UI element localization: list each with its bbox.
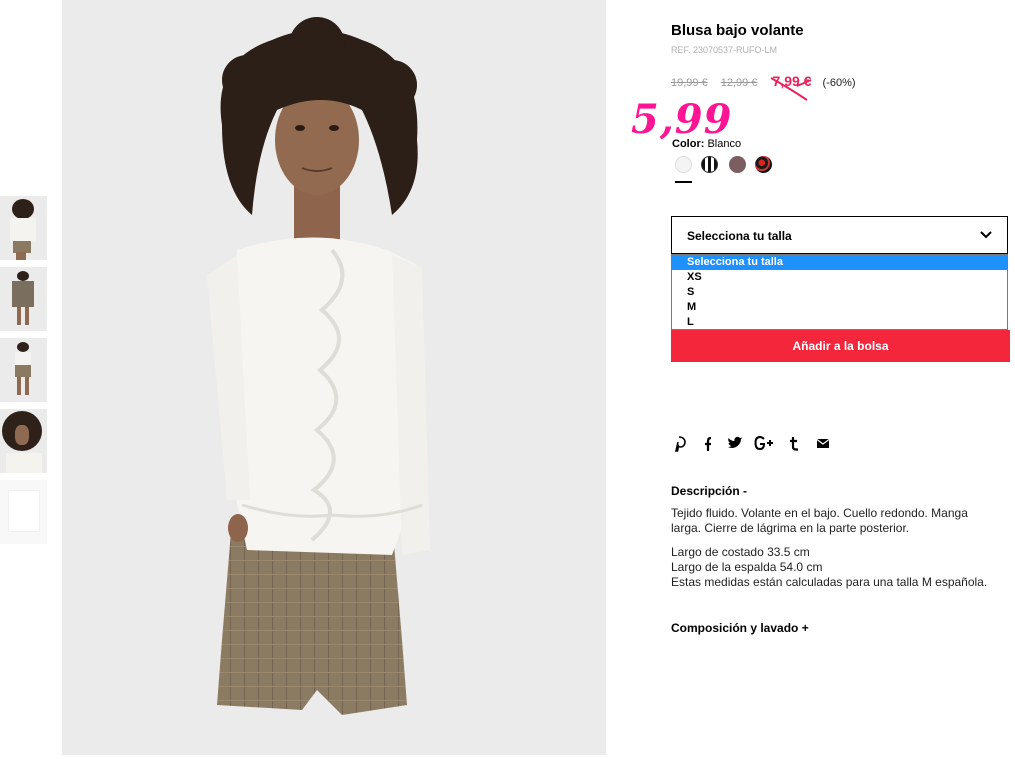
selected-swatch-indicator <box>675 181 692 183</box>
discount-badge: (-60%) <box>822 77 856 89</box>
size-select[interactable]: Selecciona tu talla <box>671 216 1008 254</box>
swatch-estampado[interactable] <box>755 156 772 173</box>
measure-note: Estas medidas están calculadas para una … <box>671 575 988 589</box>
annotated-price: 5,99 <box>631 96 733 143</box>
measure-side: Largo de costado 33.5 cm <box>671 545 810 559</box>
description-toggle[interactable]: Descripción - <box>671 484 747 498</box>
size-dropdown-list: Selecciona tu talla XS S M L <box>671 254 1008 330</box>
thumbnail-5[interactable] <box>0 480 47 544</box>
thumbnail-3[interactable] <box>0 338 47 402</box>
color-label-key: Color: <box>672 138 705 150</box>
thumbnail-2[interactable] <box>0 267 47 331</box>
size-select-value: Selecciona tu talla <box>687 229 792 243</box>
price-strike-annotation <box>770 77 812 101</box>
size-option-xs[interactable]: XS <box>672 270 1007 285</box>
price-previous: 12,99 € <box>720 77 758 89</box>
tumblr-icon[interactable] <box>789 436 799 451</box>
color-value: Blanco <box>707 138 742 150</box>
email-icon[interactable] <box>817 439 829 448</box>
color-swatches <box>675 156 785 186</box>
swatch-malva[interactable] <box>729 156 746 173</box>
size-option-l[interactable]: L <box>672 315 1007 330</box>
twitter-icon[interactable] <box>727 436 743 450</box>
product-main-image[interactable] <box>62 0 606 755</box>
size-option-placeholder[interactable]: Selecciona tu talla <box>672 255 1007 270</box>
thumbnail-1[interactable] <box>0 196 47 260</box>
add-to-bag-button[interactable]: Añadir a la bolsa <box>671 330 1010 362</box>
product-ref: REF. 23070537-RUFO-LM <box>671 45 778 55</box>
googleplus-icon[interactable] <box>754 436 774 450</box>
size-option-m[interactable]: M <box>672 300 1007 315</box>
product-title: Blusa bajo volante <box>671 22 804 39</box>
price-original: 19,99 € <box>671 77 708 89</box>
pinterest-icon[interactable] <box>673 436 686 452</box>
swatch-rayas[interactable] <box>701 156 718 173</box>
price-row: 19,99 € 12,99 € 7,99 € (-60%) <box>671 73 856 89</box>
description-text: Tejido fluido. Volante en el bajo. Cuell… <box>671 506 968 535</box>
color-label: Color: Blanco <box>672 138 741 150</box>
composition-toggle[interactable]: Composición y lavado + <box>671 621 809 635</box>
description-body: Tejido fluido. Volante en el bajo. Cuell… <box>671 506 1001 590</box>
swatch-blanco[interactable] <box>675 156 692 173</box>
size-option-s[interactable]: S <box>672 285 1007 300</box>
model-photo <box>62 0 606 755</box>
thumbnail-4[interactable] <box>0 409 47 473</box>
thumbnail-list <box>0 196 48 551</box>
measure-back: Largo de la espalda 54.0 cm <box>671 560 823 574</box>
chevron-down-icon <box>980 231 992 239</box>
facebook-icon[interactable] <box>702 436 712 452</box>
